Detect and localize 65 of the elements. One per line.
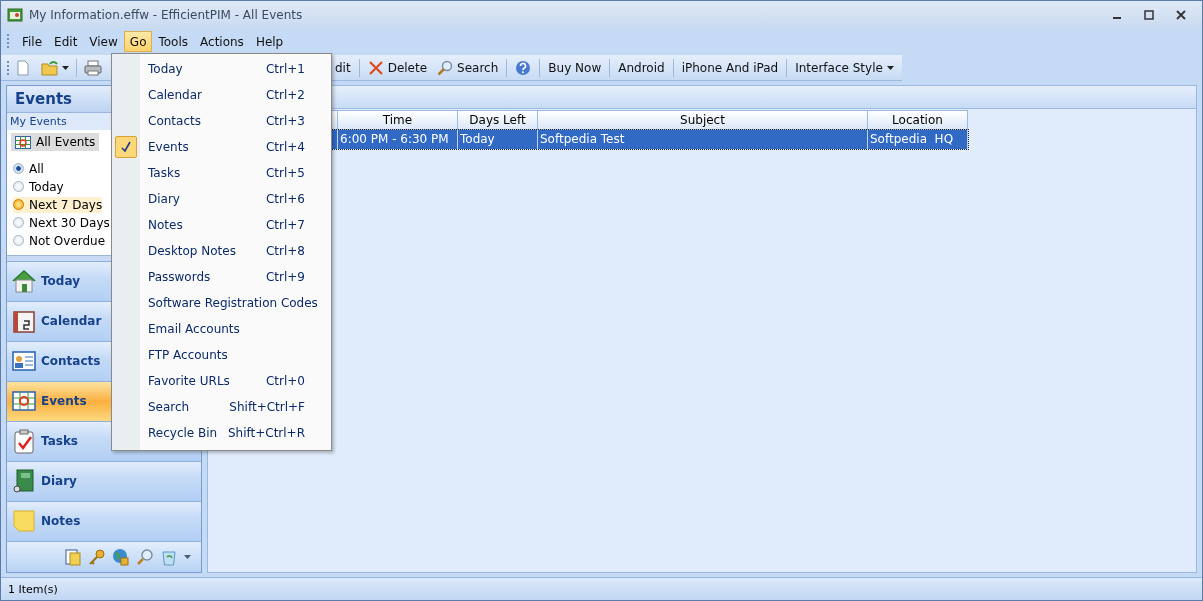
filter-option[interactable]: Today [13,178,64,195]
menu-option[interactable]: Today Ctrl+1 [112,56,331,82]
globe-lock-icon[interactable] [112,547,130,566]
column-header[interactable]: Days Left [458,110,538,130]
toolbar-button[interactable]: iPhone And iPad [677,57,783,78]
radio-button[interactable] [13,217,24,228]
app-icon [7,7,23,23]
menu-item[interactable]: View [83,30,124,52]
close-icon[interactable] [1176,10,1186,20]
grip-icon [7,59,10,76]
radio-button[interactable] [13,199,24,210]
filter-option[interactable]: Next 7 Days [13,196,103,213]
toolbar-button[interactable]: Interface Style [791,57,898,78]
radio-button[interactable] [13,235,24,246]
toolbar-button[interactable]: Buy Now [544,57,606,78]
menu-item[interactable]: Tools [152,30,195,52]
column-header[interactable]: Subject [538,110,868,130]
menu-option[interactable]: Diary Ctrl+6 [112,186,331,212]
search-icon [437,59,454,76]
filter-option[interactable]: All [13,160,44,177]
menu-item[interactable]: Actions [194,30,250,52]
column-header[interactable]: Time [338,110,458,130]
radio-button[interactable] [13,181,24,192]
toolbar-button[interactable]: Search [433,56,503,79]
events-grid-icon [11,388,37,414]
menu-option[interactable]: Tasks Ctrl+5 [112,160,331,186]
printer-icon[interactable] [84,59,102,76]
table-cell: Softpedia Test [538,130,868,149]
clipboard-icon[interactable] [64,547,82,566]
magnifier-icon[interactable] [136,547,154,566]
filter-option[interactable]: Next 30 Days [13,214,110,231]
menu-item[interactable]: File [16,30,49,52]
sticky-note-icon [11,508,37,534]
calendar-icon [11,308,37,334]
toolbar-button[interactable]: dit [331,57,355,78]
menu-item[interactable]: Help [249,30,290,52]
table-cell: 6:00 PM - 6:30 PM [338,130,458,149]
diary-book-icon [11,468,37,494]
new-document-icon[interactable] [15,59,31,76]
window-title: My Information.effw - EfficientPIM - All Events [29,8,303,22]
grip-icon [7,33,10,49]
key-icon[interactable] [88,547,106,566]
filter-option[interactable]: Not Overdue [13,232,106,249]
delete-icon [367,59,384,76]
table-cell: Today [458,130,538,149]
radio-button[interactable] [13,163,24,174]
nav-button[interactable]: Notes [7,500,201,541]
menu-option[interactable]: Notes Ctrl+7 [112,212,331,238]
toolbar-button[interactable]: Delete [363,56,432,79]
help-icon [515,59,532,76]
events-grid-icon [15,135,31,149]
table-cell: Softpedia HQ [868,130,968,149]
caret-icon [886,65,894,70]
menu-item[interactable]: Edit [48,30,84,52]
house-icon [11,268,37,294]
nav-button[interactable]: Diary [7,460,201,501]
menu-item[interactable]: Go [123,30,153,52]
caret-icon[interactable] [62,65,69,70]
maximize-icon[interactable] [1144,10,1154,20]
view-button[interactable]: All Events [11,133,100,151]
contact-card-icon [11,348,37,374]
toolbar-button[interactable]: Android [614,57,669,78]
status-text: 1 Item(s) [8,582,58,596]
column-header[interactable]: Location [868,110,968,130]
clipboard-check-icon [11,428,37,454]
